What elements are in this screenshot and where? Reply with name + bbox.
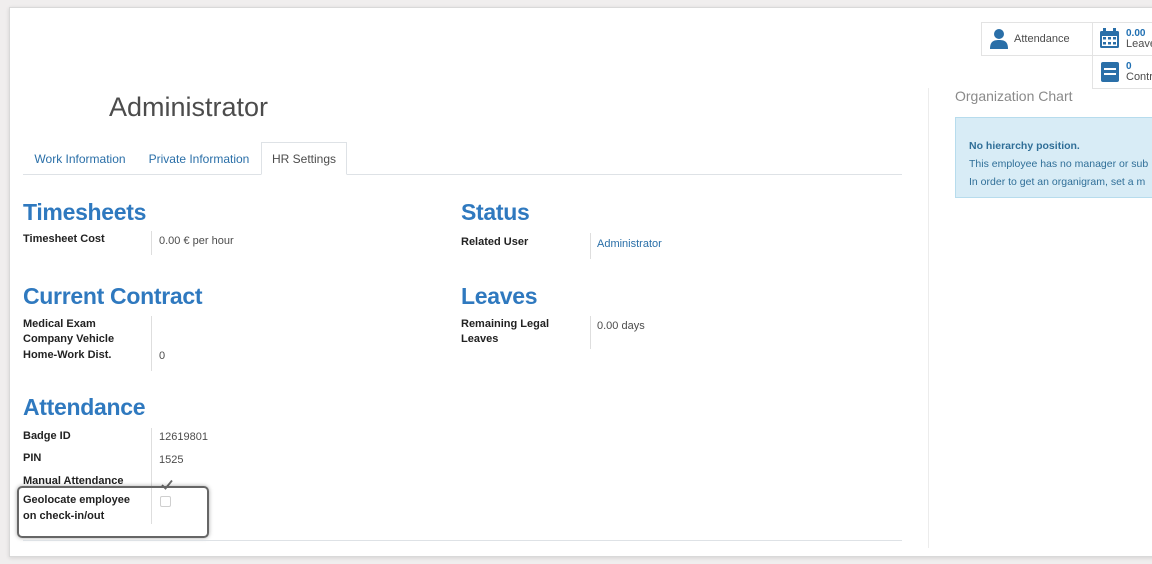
timesheets-title: Timesheets <box>23 199 147 225</box>
related-user-label: Related User <box>461 236 529 248</box>
contracts-button[interactable]: 0 Contra <box>1092 55 1152 89</box>
alert-line-2: In order to get an organigram, set a m <box>969 176 1146 188</box>
current-contract-title: Current Contract <box>23 283 203 309</box>
related-user-link[interactable]: Administrator <box>597 238 662 250</box>
employee-name: Administrator <box>109 92 269 122</box>
home-work-label: Home-Work Dist. <box>23 349 112 361</box>
timesheet-cost-value[interactable]: 0.00 € per hour <box>159 235 234 247</box>
org-chart-alert: No hierarchy position. This employee has… <box>955 117 1152 198</box>
tab-private-information[interactable]: Private Information <box>144 142 254 175</box>
home-work-value[interactable]: 0 <box>159 350 165 362</box>
tab-work-information[interactable]: Work Information <box>28 142 132 175</box>
field-separator <box>151 316 152 371</box>
alert-title: No hierarchy position. <box>969 140 1080 152</box>
field-separator <box>590 316 591 349</box>
field-separator <box>151 231 152 255</box>
field-separator <box>590 233 591 259</box>
company-vehicle-label: Company Vehicle <box>23 333 115 345</box>
leaves-button[interactable]: 0.00 Leave <box>1092 22 1152 56</box>
attendance-button[interactable]: Attendance <box>981 22 1093 56</box>
highlight-callout <box>17 486 209 538</box>
remaining-leaves-value: 0.00 days <box>597 320 645 332</box>
leaves-title: Leaves <box>461 283 538 309</box>
pane-separator <box>928 88 929 548</box>
remaining-leaves-label-2: Leaves <box>461 333 499 345</box>
badge-id-value[interactable]: 12619801 <box>159 431 208 443</box>
org-chart-title: Organization Chart <box>955 88 1073 104</box>
calendar-icon <box>1099 28 1120 54</box>
medical-exam-label: Medical Exam <box>23 318 96 330</box>
attendance-label: Attendance <box>1014 33 1070 45</box>
badge-id-label: Badge ID <box>23 430 71 442</box>
alert-line-1: This employee has no manager or sub <box>969 158 1149 170</box>
leaves-label: Leave <box>1126 38 1152 50</box>
form-bottom-divider <box>23 540 902 541</box>
pin-label: PIN <box>23 452 42 464</box>
tab-hr-settings[interactable]: HR Settings <box>261 142 347 175</box>
form-sheet: Attendance 0.00 Leave <box>9 7 1152 557</box>
remaining-leaves-label-1: Remaining Legal <box>461 318 550 330</box>
pin-value[interactable]: 1525 <box>159 454 183 466</box>
user-icon <box>989 28 1009 55</box>
status-title: Status <box>461 199 530 225</box>
contracts-label: Contra <box>1126 71 1152 83</box>
attendance-title: Attendance <box>23 394 146 420</box>
timesheet-cost-label: Timesheet Cost <box>23 233 105 245</box>
contract-icon <box>1101 62 1119 87</box>
